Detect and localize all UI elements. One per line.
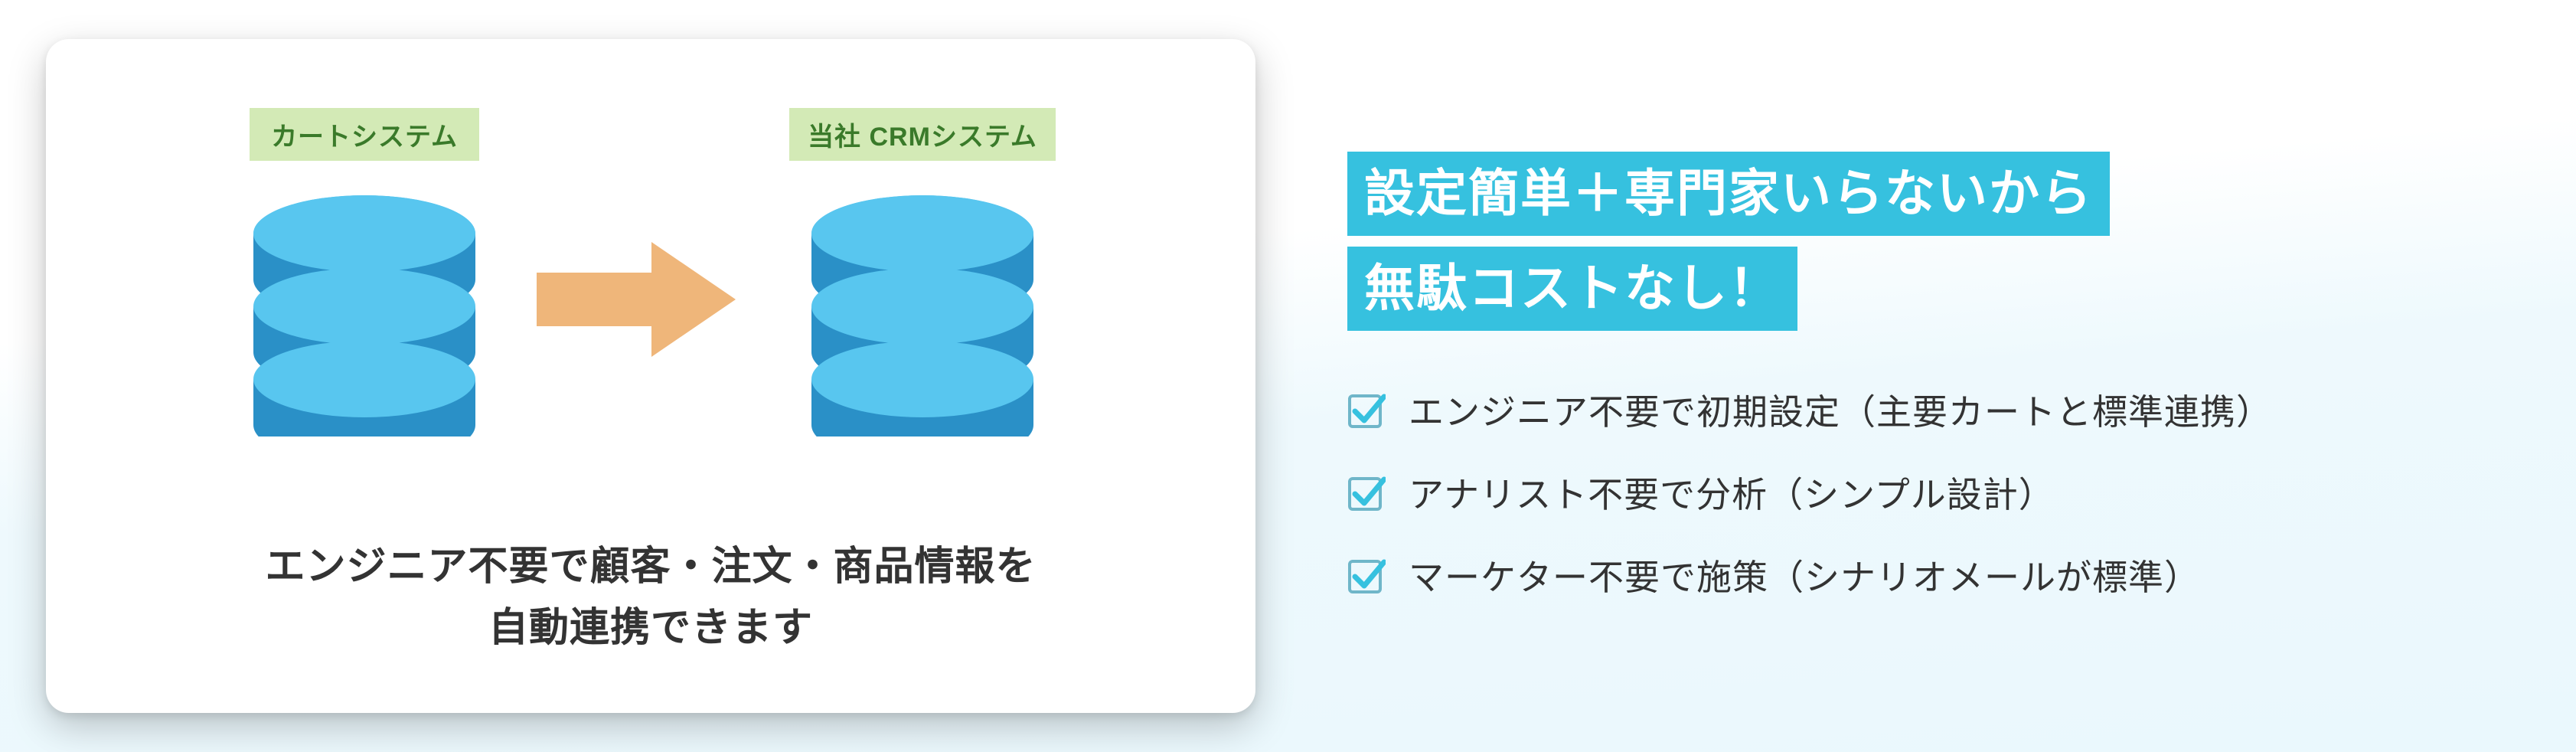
checklist: エンジニア不要で初期設定（主要カートと標準連携） アナリスト不要で分析（シンプル… [1347,384,2499,600]
diagram-caption: エンジニア不要で顧客・注文・商品情報を 自動連携できます [107,536,1194,659]
system-cart: カートシステム [246,108,483,436]
check-icon [1347,391,1386,429]
diagram-card: カートシステム [46,39,1255,713]
label-crm-system: 当社 CRMシステム [789,108,1056,161]
headline: 設定簡単＋専門家いらないから 無駄コストなし！ [1347,152,2499,332]
caption-line-1: エンジニア不要で顧客・注文・商品情報を [265,544,1036,589]
list-item-label: アナリスト不要で分析（シンプル設計） [1409,467,2055,518]
right-panel: 設定簡単＋専門家いらないから 無駄コストなし！ エンジニア不要で初期設定（主要カ… [1347,152,2530,601]
diagram-row: カートシステム [246,108,1056,436]
list-item: アナリスト不要で分析（シンプル設計） [1347,467,2499,518]
arrow-right-icon [537,238,736,361]
list-item: マーケター不要で施策（シナリオメールが標準） [1347,550,2499,600]
check-icon [1347,473,1386,512]
label-cart-system: カートシステム [250,108,479,161]
list-item-label: マーケター不要で施策（シナリオメールが標準） [1409,550,2200,600]
check-icon [1347,556,1386,594]
caption-line-2: 自動連携できます [488,606,813,650]
database-icon [246,191,483,436]
headline-line-1: 設定簡単＋専門家いらないから [1347,152,2110,236]
list-item-label: エンジニア不要で初期設定（主要カートと標準連携） [1409,384,2272,435]
headline-line-2: 無駄コストなし！ [1347,247,1797,331]
system-crm: 当社 CRMシステム [789,108,1056,436]
list-item: エンジニア不要で初期設定（主要カートと標準連携） [1347,384,2499,435]
database-icon [804,191,1041,436]
